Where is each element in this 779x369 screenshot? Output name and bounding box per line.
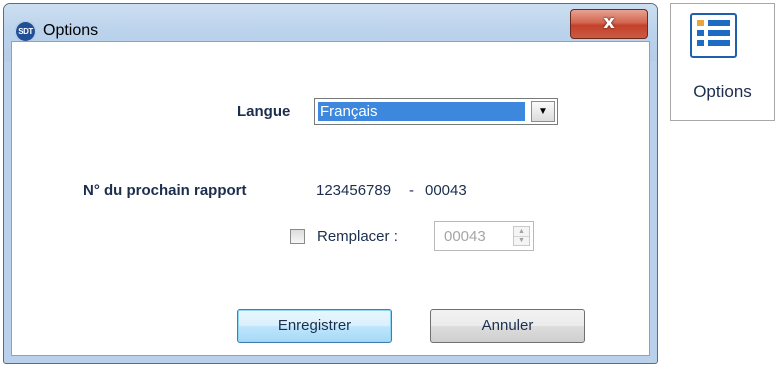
- replace-checkbox[interactable]: [290, 229, 305, 244]
- close-icon: x: [603, 12, 615, 33]
- language-selected-value: Français: [318, 102, 525, 121]
- cancel-button[interactable]: Annuler: [430, 309, 585, 343]
- replace-label: Remplacer :: [317, 228, 398, 245]
- report-number-label: N° du prochain rapport: [83, 182, 247, 199]
- dialog-content: Langue Français ▼ N° du prochain rapport…: [11, 41, 650, 356]
- close-button[interactable]: x: [570, 9, 648, 39]
- language-select[interactable]: Français ▼: [314, 98, 558, 125]
- chevron-down-icon[interactable]: ▼: [531, 101, 555, 122]
- ribbon-options-button[interactable]: Options: [670, 3, 775, 121]
- report-number: 123456789: [316, 182, 392, 199]
- report-suffix: 00043: [425, 182, 467, 199]
- ribbon-options-label: Options: [693, 82, 752, 101]
- sdt-logo-icon: SDT: [15, 21, 36, 42]
- save-button[interactable]: Enregistrer: [237, 309, 392, 343]
- window-title: Options: [43, 22, 99, 39]
- language-label: Langue: [237, 103, 291, 120]
- spin-down-icon[interactable]: ▼: [514, 236, 529, 245]
- options-dialog: SDT Options x Langue Français ▼ N° du pr…: [3, 3, 658, 364]
- spin-buttons: ▲ ▼: [513, 226, 530, 246]
- replace-number-stepper[interactable]: 00043 ▲ ▼: [434, 221, 534, 251]
- replace-number-value: 00043: [444, 228, 486, 245]
- report-separator: -: [409, 182, 414, 199]
- options-list-icon: [690, 13, 737, 58]
